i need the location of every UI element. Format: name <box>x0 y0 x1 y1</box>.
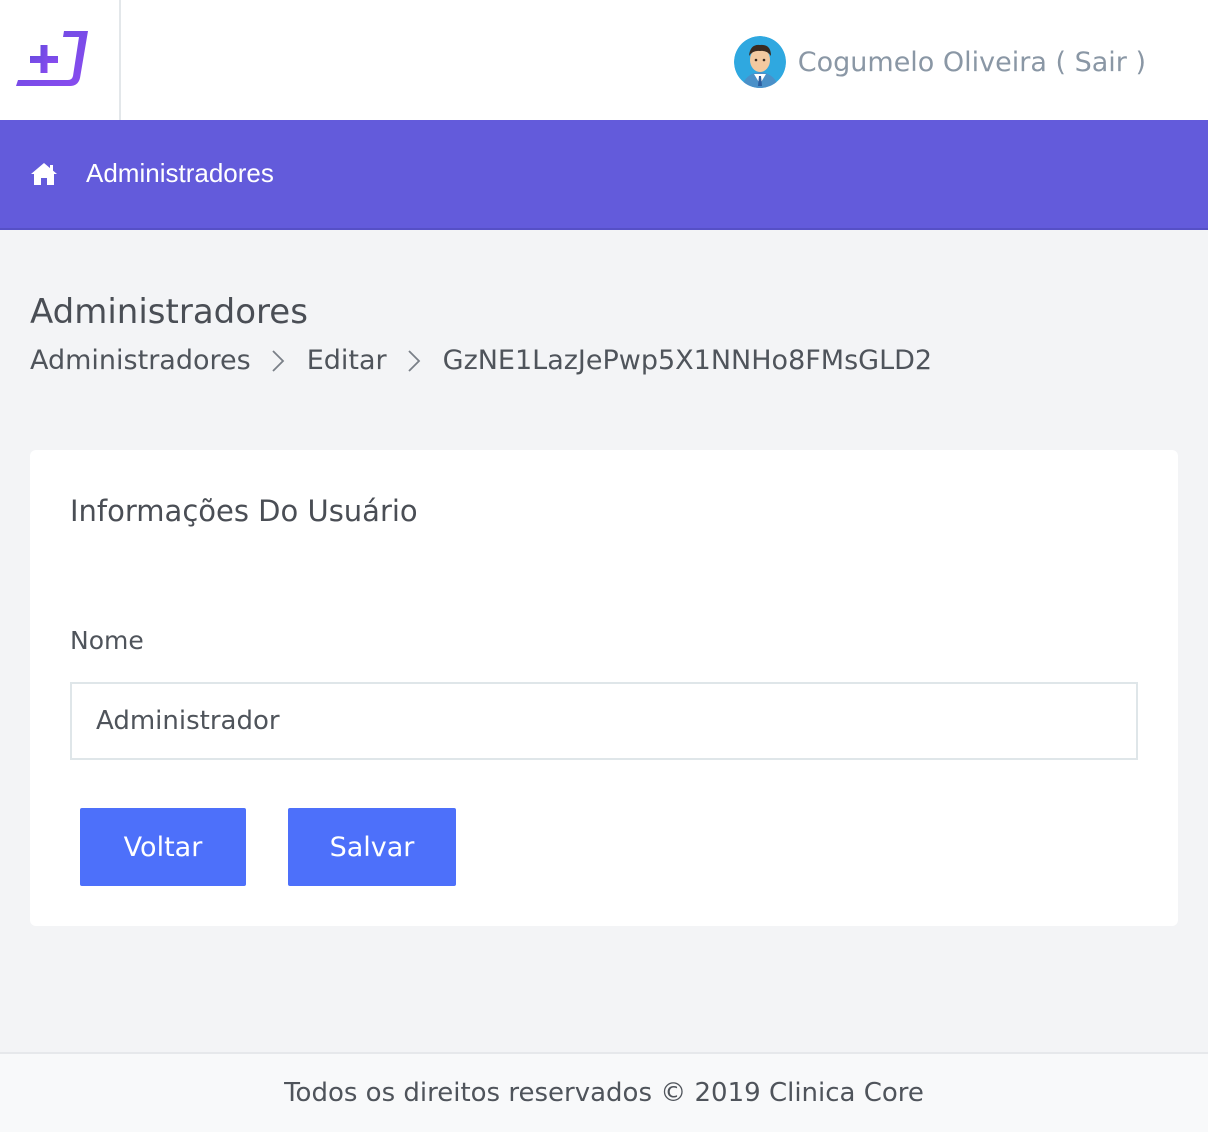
breadcrumb: Administradores Editar GzNE1LazJePwp5X1N… <box>30 345 932 376</box>
breadcrumb-item-editar[interactable]: Editar <box>307 345 387 376</box>
app-logo-icon[interactable] <box>14 28 90 90</box>
home-icon[interactable] <box>30 162 58 186</box>
main-nav: Administradores <box>0 120 1208 230</box>
name-input[interactable] <box>70 682 1138 760</box>
top-bar: Cogumelo Oliveira ( Sair ) <box>0 0 1208 120</box>
user-avatar[interactable] <box>733 36 786 88</box>
chevron-right-icon <box>407 349 421 373</box>
user-info-card: Informações Do Usuário Nome Voltar Salva… <box>30 450 1178 926</box>
page-title: Administradores <box>30 292 308 332</box>
breadcrumb-item-administradores[interactable]: Administradores <box>30 345 251 376</box>
back-button[interactable]: Voltar <box>80 808 246 886</box>
user-name-logout-link[interactable]: Cogumelo Oliveira ( Sair ) <box>798 47 1146 78</box>
card-title: Informações Do Usuário <box>70 494 418 528</box>
logo-area[interactable] <box>0 0 121 120</box>
user-menu[interactable]: Cogumelo Oliveira ( Sair ) <box>733 34 1146 90</box>
name-field-label: Nome <box>70 626 144 655</box>
save-button[interactable]: Salvar <box>288 808 456 886</box>
footer: Todos os direitos reservados © 2019 Clin… <box>0 1052 1208 1132</box>
chevron-right-icon <box>271 349 285 373</box>
footer-copyright: Todos os direitos reservados © 2019 Clin… <box>284 1078 924 1108</box>
breadcrumb-item-current-id: GzNE1LazJePwp5X1NNHo8FMsGLD2 <box>442 345 933 376</box>
nav-item-administradores[interactable]: Administradores <box>86 158 274 189</box>
